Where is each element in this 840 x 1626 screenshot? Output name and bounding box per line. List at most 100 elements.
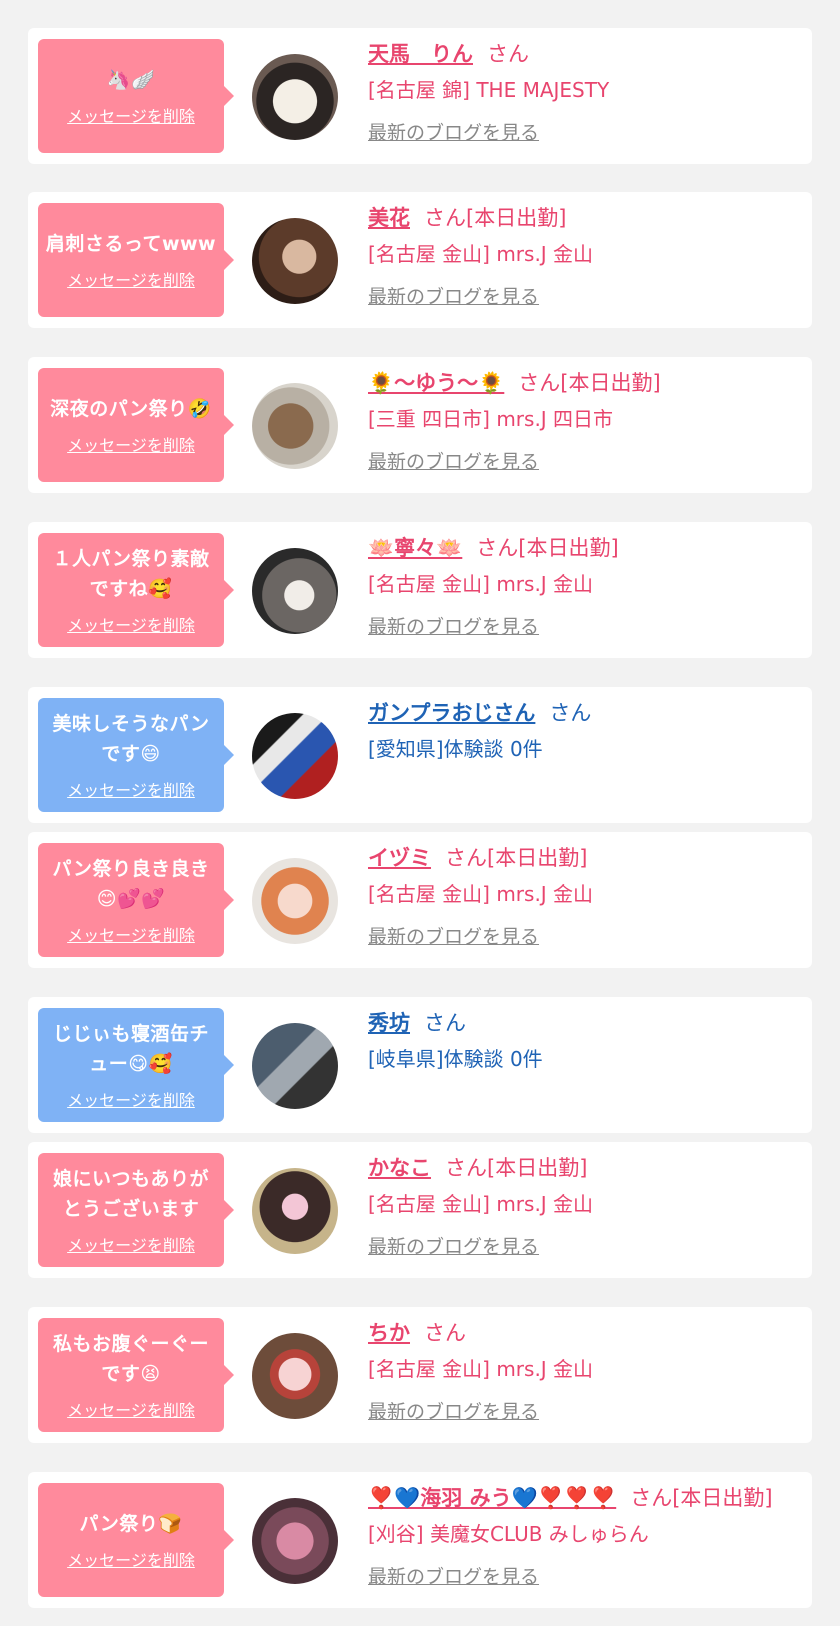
name-line: 天馬 りん さん	[368, 38, 802, 70]
message-text: じじぃも寝酒缶チ	[52, 1023, 209, 1045]
name-line: ❣️💙海羽 みう💙❣️❣️❣️ さん[本日出勤]	[368, 1482, 802, 1514]
profile-info: ガンプラおじさん さん [愛知県]体験談 0件	[368, 697, 802, 765]
message-text: パン祭り良き良き	[52, 858, 210, 880]
profile-name-link[interactable]: ちか	[368, 1321, 410, 1345]
avatar[interactable]	[252, 713, 338, 799]
avatar[interactable]	[252, 548, 338, 634]
name-line: 美花 さん[本日出勤]	[368, 202, 802, 234]
profile-info: 美花 さん[本日出勤] [名古屋 金山] mrs.J 金山 最新のブログを見る	[368, 202, 802, 309]
delete-message-link[interactable]: メッセージを削除	[67, 777, 195, 801]
message-bubble: パン祭り良き良き 😊💕💕 メッセージを削除	[38, 843, 234, 957]
name-suffix: さん	[424, 1011, 466, 1035]
delete-message-link[interactable]: メッセージを削除	[67, 267, 195, 291]
message-text: 🦄🪽	[106, 69, 156, 91]
profile-name-link[interactable]: 天馬 りん	[368, 42, 473, 66]
message-card: 🦄🪽 メッセージを削除 天馬 りん さん [名古屋 錦] THE MAJESTY 最新のブ…	[28, 28, 812, 164]
message-card: パン祭り良き良き 😊💕💕 メッセージを削除 イヅミ さん[本日出勤] [名古屋 金山] m…	[28, 832, 812, 968]
message-bubble: 美味しそうなパン です😄 メッセージを削除	[38, 698, 234, 812]
message-text: です😄	[101, 743, 161, 765]
name-suffix: さん[本日出勤]	[445, 846, 588, 870]
latest-blog-link[interactable]: 最新のブログを見る	[368, 1232, 539, 1259]
delete-message-link[interactable]: メッセージを削除	[67, 612, 195, 636]
message-text: です😫	[101, 1363, 161, 1385]
shop-label: [刈谷] 美魔女CLUB みしゅらん	[368, 1522, 649, 1546]
avatar[interactable]	[252, 383, 338, 469]
message-card: １人パン祭り素敵 ですね🥰 メッセージを削除 🪷寧々🪷 さん[本日出勤] [名古屋 金山]…	[28, 522, 812, 658]
delete-message-link[interactable]: メッセージを削除	[67, 922, 195, 946]
latest-blog-link[interactable]: 最新のブログを見る	[368, 118, 539, 145]
name-suffix: さん[本日出勤]	[445, 1156, 588, 1180]
delete-message-link[interactable]: メッセージを削除	[67, 1232, 195, 1256]
profile-name-link[interactable]: 🌻～ゆう～🌻	[368, 371, 504, 395]
latest-blog-link[interactable]: 最新のブログを見る	[368, 1397, 539, 1424]
message-text: ですね🥰	[89, 578, 173, 600]
message-text: 深夜のパン祭り🤣	[50, 398, 212, 420]
name-line: イヅミ さん[本日出勤]	[368, 842, 802, 874]
profile-name-link[interactable]: ガンプラおじさん	[368, 701, 535, 725]
name-line: ガンプラおじさん さん	[368, 697, 802, 729]
profile-name-link[interactable]: イヅミ	[368, 846, 431, 870]
avatar[interactable]	[252, 1498, 338, 1584]
profile-info: かなこ さん[本日出勤] [名古屋 金山] mrs.J 金山 最新のブログを見る	[368, 1152, 802, 1259]
shop-label: [名古屋 金山] mrs.J 金山	[368, 882, 594, 906]
message-text: 美味しそうなパン	[52, 713, 210, 735]
name-suffix: さん[本日出勤]	[476, 536, 619, 560]
avatar[interactable]	[252, 1168, 338, 1254]
message-bubble: １人パン祭り素敵 ですね🥰 メッセージを削除	[38, 533, 234, 647]
message-text: ュー😋🥰	[89, 1053, 173, 1075]
profile-name-link[interactable]: 秀坊	[368, 1011, 410, 1035]
message-bubble: 肩刺さるってwww メッセージを削除	[38, 203, 234, 317]
name-suffix: さん[本日出勤]	[518, 371, 661, 395]
avatar[interactable]	[252, 1023, 338, 1109]
message-card: じじぃも寝酒缶チ ュー😋🥰 メッセージを削除 秀坊 さん [岐阜県]体験談 0件	[28, 997, 812, 1133]
message-card: 深夜のパン祭り🤣 メッセージを削除 🌻～ゆう～🌻 さん[本日出勤] [三重 四日市] m…	[28, 357, 812, 493]
delete-message-link[interactable]: メッセージを削除	[67, 1397, 195, 1421]
delete-message-link[interactable]: メッセージを削除	[67, 1547, 195, 1571]
profile-info: ちか さん [名古屋 金山] mrs.J 金山 最新のブログを見る	[368, 1317, 802, 1424]
shop-label: [岐阜県]体験談 0件	[368, 1047, 543, 1071]
message-text: 私もお腹ぐーぐー	[52, 1333, 209, 1355]
profile-info: 天馬 りん さん [名古屋 錦] THE MAJESTY 最新のブログを見る	[368, 38, 802, 145]
avatar[interactable]	[252, 858, 338, 944]
shop-label: [三重 四日市] mrs.J 四日市	[368, 407, 614, 431]
latest-blog-link[interactable]: 最新のブログを見る	[368, 282, 539, 309]
message-text: とうございます	[62, 1198, 200, 1220]
profile-info: ❣️💙海羽 みう💙❣️❣️❣️ さん[本日出勤] [刈谷] 美魔女CLUB みしゅら…	[368, 1482, 802, 1589]
latest-blog-link[interactable]: 最新のブログを見る	[368, 447, 539, 474]
shop-label: [愛知県]体験談 0件	[368, 737, 543, 761]
message-bubble: じじぃも寝酒缶チ ュー😋🥰 メッセージを削除	[38, 1008, 234, 1122]
shop-label: [名古屋 金山] mrs.J 金山	[368, 572, 594, 596]
message-card: パン祭り🍞 メッセージを削除 ❣️💙海羽 みう💙❣️❣️❣️ さん[本日出勤] [刈谷]…	[28, 1472, 812, 1608]
profile-name-link[interactable]: かなこ	[368, 1156, 431, 1180]
message-card: 娘にいつもありが とうございます メッセージを削除 かなこ さん[本日出勤] [名古屋 金…	[28, 1142, 812, 1278]
shop-label: [名古屋 金山] mrs.J 金山	[368, 1357, 594, 1381]
message-text: １人パン祭り素敵	[52, 548, 210, 570]
profile-name-link[interactable]: 美花	[368, 206, 410, 230]
avatar[interactable]	[252, 54, 338, 140]
latest-blog-link[interactable]: 最新のブログを見る	[368, 1562, 539, 1589]
delete-message-link[interactable]: メッセージを削除	[67, 103, 195, 127]
latest-blog-link[interactable]: 最新のブログを見る	[368, 612, 539, 639]
delete-message-link[interactable]: メッセージを削除	[67, 432, 195, 456]
latest-blog-link[interactable]: 最新のブログを見る	[368, 922, 539, 949]
avatar[interactable]	[252, 218, 338, 304]
avatar[interactable]	[252, 1333, 338, 1419]
name-line: 🌻～ゆう～🌻 さん[本日出勤]	[368, 367, 802, 399]
name-line: ちか さん	[368, 1317, 802, 1349]
profile-name-link[interactable]: 🪷寧々🪷	[368, 536, 462, 560]
message-text: パン祭り🍞	[79, 1513, 183, 1535]
name-suffix: さん	[549, 701, 592, 725]
message-text: 娘にいつもありが	[52, 1168, 209, 1190]
message-text: 肩刺さるってwww	[45, 233, 217, 255]
message-text: 😊💕💕	[96, 888, 166, 910]
delete-message-link[interactable]: メッセージを削除	[67, 1087, 195, 1111]
message-bubble: 🦄🪽 メッセージを削除	[38, 39, 234, 153]
profile-info: 🪷寧々🪷 さん[本日出勤] [名古屋 金山] mrs.J 金山 最新のブログを見る	[368, 532, 802, 639]
shop-label: [名古屋 金山] mrs.J 金山	[368, 242, 594, 266]
profile-info: 秀坊 さん [岐阜県]体験談 0件	[368, 1007, 802, 1075]
profile-name-link[interactable]: ❣️💙海羽 みう💙❣️❣️❣️	[368, 1486, 616, 1510]
name-suffix: さん	[487, 42, 529, 66]
message-bubble: 娘にいつもありが とうございます メッセージを削除	[38, 1153, 234, 1267]
name-suffix: さん[本日出勤]	[424, 206, 567, 230]
message-list: 🦄🪽 メッセージを削除 天馬 りん さん [名古屋 錦] THE MAJESTY 最新のブ…	[0, 0, 840, 1626]
